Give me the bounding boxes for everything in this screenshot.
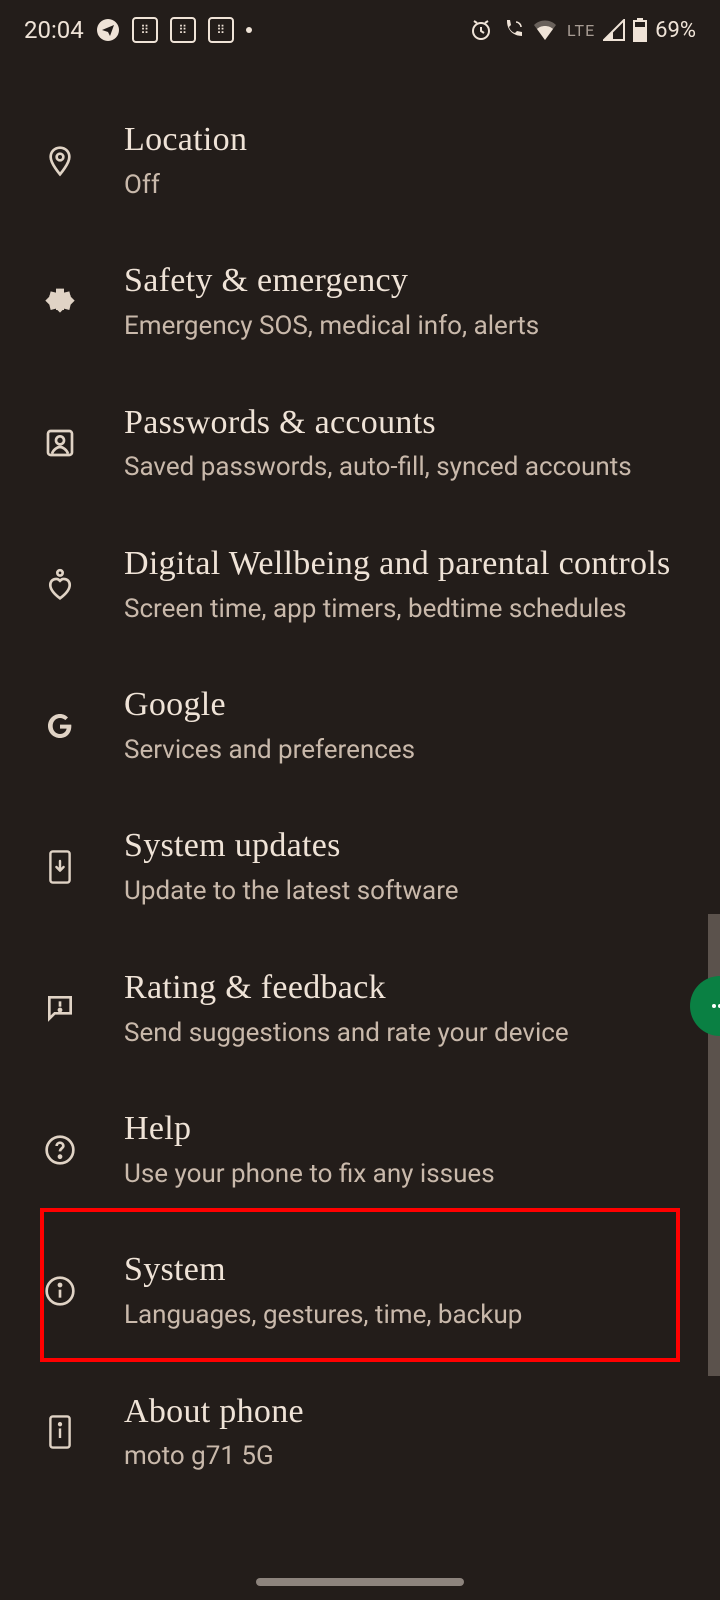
setting-title: Help <box>124 1109 676 1150</box>
setting-subtitle: Send suggestions and rate your device <box>124 1017 676 1050</box>
setting-subtitle: Use your phone to fix any issues <box>124 1158 676 1191</box>
settings-item-system[interactable]: System Languages, gestures, time, backup <box>0 1220 720 1361</box>
setting-title: System updates <box>124 826 676 867</box>
wifi-icon <box>533 19 557 41</box>
status-right: LTE 69% <box>469 18 696 43</box>
setting-title: Safety & emergency <box>124 261 676 302</box>
status-left: 20:04 ⠿ ⠿ ⠿ <box>24 16 252 44</box>
settings-item-google[interactable]: Google Services and preferences <box>0 655 720 796</box>
settings-item-updates[interactable]: System updates Update to the latest soft… <box>0 796 720 937</box>
medical-cross-icon <box>36 286 84 318</box>
setting-subtitle: Off <box>124 169 676 202</box>
info-circle-icon <box>36 1275 84 1307</box>
navigation-handle[interactable] <box>256 1578 464 1586</box>
wifi-calling-icon <box>501 18 525 42</box>
setting-subtitle: Languages, gestures, time, backup <box>124 1299 676 1332</box>
network-type: LTE <box>567 21 595 40</box>
settings-item-location[interactable]: Location Off <box>0 90 720 231</box>
setting-subtitle: Update to the latest software <box>124 875 676 908</box>
help-circle-icon <box>36 1134 84 1166</box>
setting-title: Rating & feedback <box>124 968 676 1009</box>
wellbeing-icon <box>36 568 84 602</box>
notification-icon-3: ⠿ <box>208 17 234 43</box>
system-update-icon <box>36 849 84 885</box>
setting-subtitle: Screen time, app timers, bedtime schedul… <box>124 593 676 626</box>
setting-subtitle: Services and preferences <box>124 734 676 767</box>
setting-subtitle: Emergency SOS, medical info, alerts <box>124 310 676 343</box>
battery-percentage: 69% <box>655 18 696 43</box>
setting-title: Google <box>124 685 676 726</box>
google-g-icon <box>36 710 84 742</box>
settings-item-about[interactable]: About phone moto g71 5G <box>0 1362 720 1503</box>
battery-icon <box>633 18 647 42</box>
notification-icon-1: ⠿ <box>132 17 158 43</box>
setting-title: Digital Wellbeing and parental controls <box>124 544 676 585</box>
telegram-icon <box>96 18 120 42</box>
feedback-icon <box>36 992 84 1024</box>
signal-icon <box>603 19 625 41</box>
alarm-icon <box>469 18 493 42</box>
setting-title: Passwords & accounts <box>124 403 676 444</box>
settings-item-feedback[interactable]: Rating & feedback Send suggestions and r… <box>0 938 720 1079</box>
settings-item-help[interactable]: Help Use your phone to fix any issues <box>0 1079 720 1220</box>
settings-item-passwords[interactable]: Passwords & accounts Saved passwords, au… <box>0 373 720 514</box>
setting-subtitle: Saved passwords, auto-fill, synced accou… <box>124 451 676 484</box>
setting-title: System <box>124 1250 676 1291</box>
setting-subtitle: moto g71 5G <box>124 1440 676 1473</box>
account-box-icon <box>36 427 84 459</box>
settings-item-wellbeing[interactable]: Digital Wellbeing and parental controls … <box>0 514 720 655</box>
settings-list: Location Off Safety & emergency Emergenc… <box>0 60 720 1503</box>
status-time: 20:04 <box>24 16 84 44</box>
location-pin-icon <box>36 145 84 177</box>
settings-item-safety[interactable]: Safety & emergency Emergency SOS, medica… <box>0 231 720 372</box>
notification-icon-2: ⠿ <box>170 17 196 43</box>
status-bar: 20:04 ⠿ ⠿ ⠿ LTE 69% <box>0 0 720 60</box>
more-notifications-dot <box>246 27 252 33</box>
setting-title: About phone <box>124 1392 676 1433</box>
setting-title: Location <box>124 120 676 161</box>
phone-info-icon <box>36 1414 84 1450</box>
